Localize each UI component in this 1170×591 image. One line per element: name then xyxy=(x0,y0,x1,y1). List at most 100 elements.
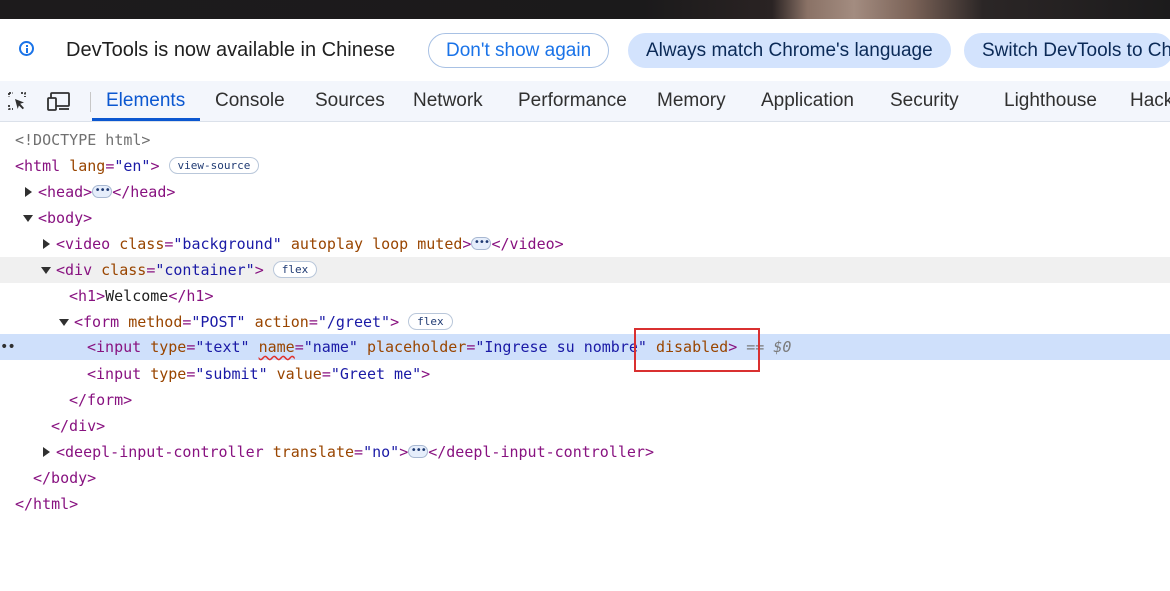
input-open-tag: <input xyxy=(87,365,142,383)
deepl-open-tag: <deepl-input-controller xyxy=(56,443,264,461)
collapsed-ellipsis-icon[interactable]: ••• xyxy=(471,237,492,250)
div-class-attr: class xyxy=(101,261,147,279)
collapse-arrow-icon[interactable] xyxy=(23,215,33,222)
tab-lighthouse[interactable]: Lighthouse xyxy=(1004,81,1097,121)
html-lang-value: "en" xyxy=(114,157,151,175)
input-disabled-attr: disabled xyxy=(655,338,729,356)
html-open-tag: <html xyxy=(15,157,61,175)
dom-row-form-close[interactable]: </form> xyxy=(0,387,1170,413)
input-text-tag-line: <input type="text" name="name" placehold… xyxy=(87,338,792,356)
dom-row-html[interactable]: <html lang="en"> view-source xyxy=(0,153,1170,179)
input-open-bracket: > xyxy=(421,365,431,383)
dom-row-body[interactable]: <body> xyxy=(0,205,1170,231)
flex-badge[interactable]: flex xyxy=(272,261,318,278)
dom-row-head[interactable]: <head> ••• </head> xyxy=(0,179,1170,205)
flex-badge[interactable]: flex xyxy=(408,313,453,330)
div-tag-line: <div class="container"> flex xyxy=(56,257,318,283)
video-flags-attrs: autoplay loop muted xyxy=(290,235,463,253)
active-tab-indicator xyxy=(92,118,200,121)
div-close-tag: </div> xyxy=(51,417,106,435)
html-lang-attr: lang xyxy=(69,157,106,175)
input-open-tag: <input xyxy=(87,338,142,356)
expand-arrow-icon[interactable] xyxy=(43,239,50,249)
h1-close-tag: </h1> xyxy=(168,287,214,305)
tab-application[interactable]: Application xyxy=(761,81,854,121)
tab-elements[interactable]: Elements xyxy=(106,81,185,121)
form-action-attr: action xyxy=(254,313,309,331)
tab-performance[interactable]: Performance xyxy=(518,81,627,121)
form-method-attr: method xyxy=(128,313,183,331)
form-close-tag: </form> xyxy=(69,391,133,409)
dom-row-html-close[interactable]: </html> xyxy=(0,491,1170,517)
deepl-open-bracket: > xyxy=(399,443,409,461)
html-tag-line: <html lang="en"> view-source xyxy=(15,153,260,179)
body-open-tag: <body> xyxy=(38,209,93,227)
input-type-value: "submit" xyxy=(195,365,268,383)
video-background-strip xyxy=(0,0,1170,19)
h1-tag-line: <h1>Welcome</h1> xyxy=(69,283,214,309)
h1-open-tag: <h1> xyxy=(69,287,106,305)
view-source-badge[interactable]: view-source xyxy=(168,157,260,174)
deepl-translate-value: "no" xyxy=(363,443,400,461)
inspect-element-icon[interactable] xyxy=(7,91,27,111)
collapse-arrow-icon[interactable] xyxy=(41,267,51,274)
dom-row-div-container[interactable]: <div class="container"> flex xyxy=(0,257,1170,283)
video-class-value: "background" xyxy=(173,235,282,253)
input-value-value: "Greet me" xyxy=(330,365,422,383)
dom-row-h1[interactable]: <h1>Welcome</h1> xyxy=(0,283,1170,309)
tab-memory[interactable]: Memory xyxy=(657,81,726,121)
form-open-bracket: > xyxy=(390,313,400,331)
input-open-bracket: > xyxy=(728,338,738,356)
info-icon xyxy=(19,41,34,56)
collapse-arrow-icon[interactable] xyxy=(59,319,69,326)
body-close-tag: </body> xyxy=(33,469,97,487)
dom-row-div-close[interactable]: </div> xyxy=(0,413,1170,439)
html-close-tag: </html> xyxy=(15,495,79,513)
dom-row-deepl[interactable]: <deepl-input-controller translate="no"> •… xyxy=(0,439,1170,465)
head-open-tag: <head> xyxy=(38,183,93,201)
div-open-tag: <div xyxy=(56,261,93,279)
dom-row-doctype[interactable]: <!DOCTYPE html> xyxy=(0,127,1170,153)
expand-arrow-icon[interactable] xyxy=(43,447,50,457)
video-open-tag: <video xyxy=(56,235,111,253)
form-tag-line: <form method="POST" action="/greet"> fle… xyxy=(74,309,453,335)
input-type-attr: type xyxy=(150,338,187,356)
selected-element-marker: == $0 xyxy=(746,338,792,356)
tab-console[interactable]: Console xyxy=(215,81,285,121)
tab-network[interactable]: Network xyxy=(413,81,483,121)
collapsed-ellipsis-icon[interactable]: ••• xyxy=(408,445,429,458)
dom-row-form[interactable]: <form method="POST" action="/greet"> fle… xyxy=(0,309,1170,335)
toolbar-separator xyxy=(90,92,91,112)
html-open-bracket: > xyxy=(150,157,160,175)
deepl-close-tag: </deepl-input-controller> xyxy=(428,443,654,461)
tab-sources[interactable]: Sources xyxy=(315,81,385,121)
always-match-language-button[interactable]: Always match Chrome's language xyxy=(628,33,951,68)
expand-arrow-icon[interactable] xyxy=(25,187,32,197)
input-placeholder-value: "Ingrese su nombre" xyxy=(475,338,647,356)
collapsed-ellipsis-icon[interactable]: ••• xyxy=(92,185,113,198)
dom-tree: <!DOCTYPE html> <html lang="en"> view-so… xyxy=(0,122,1170,591)
deepl-translate-attr: translate xyxy=(272,443,355,461)
dom-row-body-close[interactable]: </body> xyxy=(0,465,1170,491)
head-tag-line: <head> ••• </head> xyxy=(38,179,175,205)
dom-row-video[interactable]: <video class="background" autoplay loop … xyxy=(0,231,1170,257)
head-close-tag: </head> xyxy=(112,183,176,201)
input-type-value: "text" xyxy=(195,338,250,356)
form-method-value: "POST" xyxy=(191,313,246,331)
div-open-bracket: > xyxy=(254,261,264,279)
video-tag-line: <video class="background" autoplay loop … xyxy=(56,235,564,253)
tab-security[interactable]: Security xyxy=(890,81,959,121)
switch-devtools-language-button[interactable]: Switch DevTools to Ch xyxy=(964,33,1170,68)
infobar-message: DevTools is now available in Chinese xyxy=(66,39,396,61)
dom-row-input-submit[interactable]: <input type="submit" value="Greet me"> xyxy=(0,361,1170,387)
div-class-value: "container" xyxy=(155,261,255,279)
input-submit-tag-line: <input type="submit" value="Greet me"> xyxy=(87,365,431,383)
dont-show-again-button[interactable]: Don't show again xyxy=(428,33,610,68)
input-type-attr: type xyxy=(150,365,187,383)
input-placeholder-attr: placeholder xyxy=(366,338,467,356)
input-name-value: "name" xyxy=(303,338,358,356)
device-toolbar-icon[interactable] xyxy=(47,91,71,111)
dom-row-input-text[interactable]: •• <input type="text" name="name" placeh… xyxy=(0,334,1170,360)
tab-hack[interactable]: Hack xyxy=(1130,81,1170,121)
row-menu-dots-icon[interactable]: •• xyxy=(0,334,16,360)
